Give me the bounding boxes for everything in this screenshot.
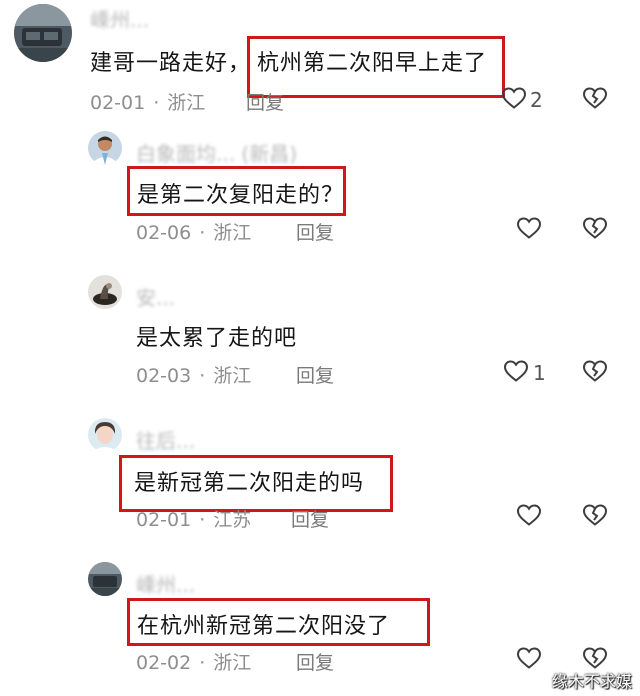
separator: · <box>199 509 206 531</box>
comment-text-prefix: 建哥一路走好， <box>90 51 252 76</box>
separator: · <box>199 365 206 387</box>
reply-button[interactable]: 回复 <box>296 648 334 675</box>
username[interactable]: 安... <box>136 282 175 311</box>
comment-text-highlight: 是新冠第二次阳走的吗 <box>134 471 365 496</box>
like-icon[interactable] <box>516 503 542 531</box>
broken-heart-icon[interactable] <box>582 503 608 531</box>
comment-meta: 02-01 · 江苏 <box>136 505 251 532</box>
reply-button[interactable]: 回复 <box>246 88 284 115</box>
broken-heart-icon[interactable] <box>582 86 608 114</box>
comment-meta: 02-01 · 浙江 <box>90 88 205 115</box>
like-icon[interactable] <box>503 359 529 387</box>
region: 浙江 <box>213 365 252 387</box>
comment-text-highlight: 是第二次复阳走的？ <box>137 183 345 208</box>
reply-button[interactable]: 回复 <box>296 218 334 245</box>
like-icon[interactable] <box>516 216 542 244</box>
comment-text-highlight: 杭州第二次阳早上走了 <box>257 51 488 76</box>
avatar[interactable] <box>88 275 122 309</box>
broken-heart-icon[interactable] <box>582 216 608 244</box>
avatar[interactable] <box>88 562 122 596</box>
username[interactable]: 白象面均... (新昌) <box>136 138 297 167</box>
comment-text: 是太累了走的吧 <box>136 326 298 351</box>
broken-heart-icon[interactable] <box>582 359 608 387</box>
comment-meta: 02-02 · 浙江 <box>136 648 251 675</box>
region: 浙江 <box>213 652 252 674</box>
like-icon[interactable] <box>501 86 527 114</box>
date: 02-06 <box>136 222 192 244</box>
date: 02-02 <box>136 652 192 674</box>
like-count: 1 <box>533 361 546 385</box>
comment-meta: 02-06 · 浙江 <box>136 218 251 245</box>
username[interactable]: 嵊州... <box>136 569 195 598</box>
reply-button[interactable]: 回复 <box>296 361 334 388</box>
date: 02-03 <box>136 365 192 387</box>
separator: · <box>153 92 160 114</box>
username[interactable]: 嵊州... <box>90 4 149 33</box>
date: 02-01 <box>136 509 192 531</box>
date: 02-01 <box>90 92 146 114</box>
region: 江苏 <box>213 509 252 531</box>
separator: · <box>199 652 206 674</box>
comment-text-highlight: 在杭州新冠第二次阳没了 <box>137 614 391 639</box>
like-count: 2 <box>530 88 543 112</box>
region: 浙江 <box>213 222 252 244</box>
avatar[interactable] <box>14 4 72 62</box>
like-icon[interactable] <box>516 646 542 674</box>
comment-meta: 02-03 · 浙江 <box>136 361 251 388</box>
avatar[interactable] <box>88 131 122 165</box>
region: 浙江 <box>167 92 206 114</box>
username[interactable]: 往后... <box>136 425 195 454</box>
watermark: 缘木不求媒 <box>551 672 632 691</box>
avatar[interactable] <box>88 418 122 452</box>
separator: · <box>199 222 206 244</box>
reply-button[interactable]: 回复 <box>291 505 329 532</box>
